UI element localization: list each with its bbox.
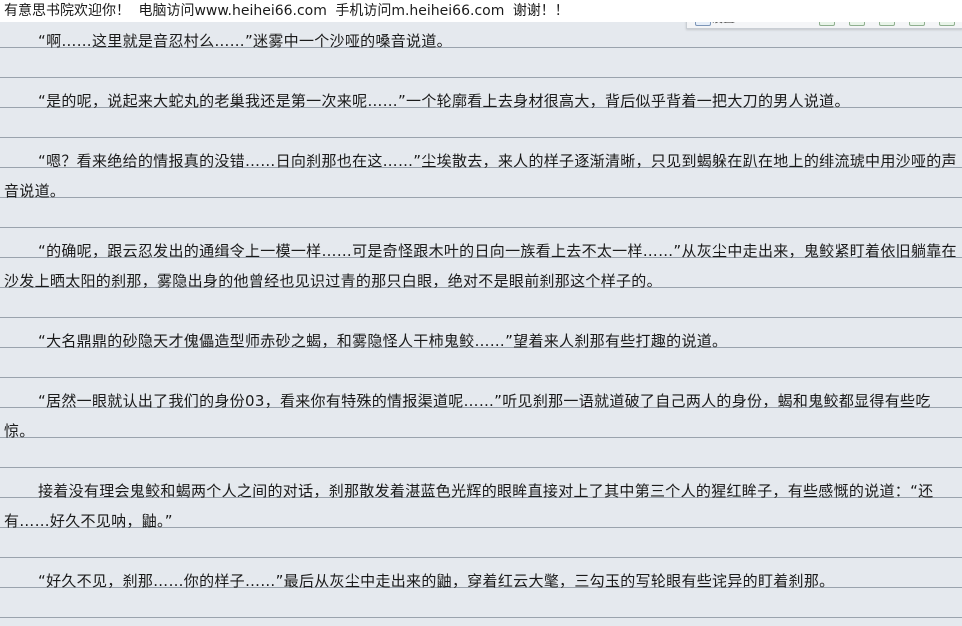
thanks-text: 谢谢！！ — [512, 3, 569, 19]
paragraph: “居然一眼就认出了我们的身份03，看来你有特殊的情报渠道呢……”听见刹那一语就道… — [4, 392, 931, 440]
mobile-visit-text: 手机访问m.heihei66.com — [335, 3, 505, 19]
paragraph: “好久不见，刹那……你的样子……”最后从灰尘中走出来的鼬，穿着红云大氅，三勾玉的… — [38, 572, 835, 590]
site-banner: 有意思书院欢迎你！ 电脑访问www.heihei66.com 手机访问m.hei… — [0, 0, 962, 22]
paragraph: “是的呢，说起来大蛇丸的老巢我还是第一次来呢……”一个轮廓看上去身材很高大，背后… — [38, 92, 850, 110]
paragraph: “的确呢，跟云忍发出的通缉令上一模一样……可是奇怪跟木叶的日向一族看上去不太一样… — [4, 242, 957, 290]
paragraph: “啊……这里就是音忍村么……”迷雾中一个沙哑的嗓音说道。 — [38, 32, 452, 50]
paragraph: “嗯？看来绝给的情报真的没错……日向刹那也在这……”尘埃散去，来人的样子逐渐清晰… — [4, 152, 957, 200]
welcome-text: 有意思书院欢迎你！ — [4, 3, 130, 19]
chapter-content: “啊……这里就是音忍村么……”迷雾中一个沙哑的嗓音说道。 “是的呢，说起来大蛇丸… — [4, 26, 958, 626]
paragraph: “大名鼎鼎的砂隐天才傀儡造型师赤砂之蝎，和雾隐怪人干柿鬼鲛……”望着来人刹那有些… — [38, 332, 728, 350]
paragraph: 接着没有理会鬼鲛和蝎两个人之间的对话，刹那散发着湛蓝色光辉的眼眸直接对上了其中第… — [4, 482, 934, 530]
pc-visit-text: 电脑访问www.heihei66.com — [138, 3, 327, 19]
